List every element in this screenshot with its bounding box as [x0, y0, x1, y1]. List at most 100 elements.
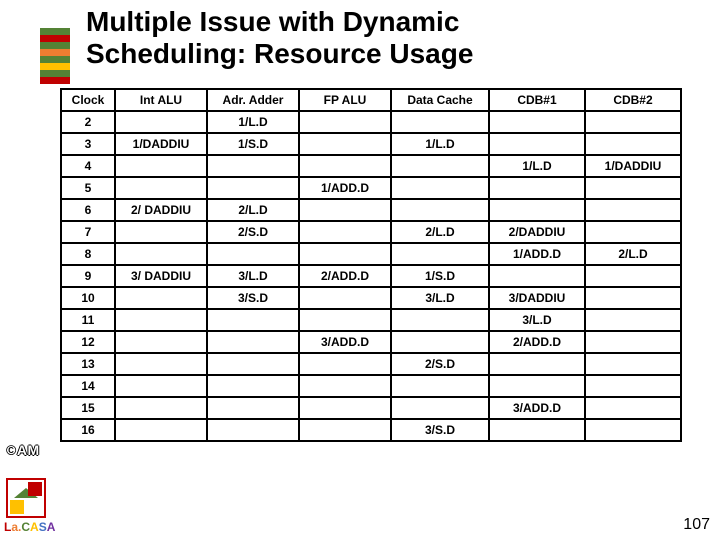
cell-clock: 14	[61, 375, 115, 397]
cell-int_alu	[115, 243, 207, 265]
cell-clock: 15	[61, 397, 115, 419]
cell-clock: 6	[61, 199, 115, 221]
cell-cdb1	[489, 199, 585, 221]
cell-fp_alu	[299, 155, 391, 177]
title-line1: Multiple Issue with Dynamic	[86, 6, 459, 37]
cell-int_alu	[115, 155, 207, 177]
cell-int_alu	[115, 331, 207, 353]
cell-cdb1: 3/L.D	[489, 309, 585, 331]
cell-int_alu: 3/ DADDIU	[115, 265, 207, 287]
cell-fp_alu	[299, 353, 391, 375]
col-fp-alu: FP ALU	[299, 89, 391, 111]
cell-clock: 8	[61, 243, 115, 265]
cell-int_alu	[115, 111, 207, 133]
cell-adr_adder: 1/S.D	[207, 133, 299, 155]
col-data-cache: Data Cache	[391, 89, 489, 111]
cell-clock: 11	[61, 309, 115, 331]
page-number: 107	[683, 516, 710, 534]
col-cdb1: CDB#1	[489, 89, 585, 111]
table-row: 41/L.D1/DADDIU	[61, 155, 681, 177]
cell-clock: 7	[61, 221, 115, 243]
col-int-alu: Int ALU	[115, 89, 207, 111]
cell-cdb1: 1/ADD.D	[489, 243, 585, 265]
cell-cdb2	[585, 133, 681, 155]
lacasa-a2: A	[30, 520, 39, 534]
cell-adr_adder	[207, 309, 299, 331]
cell-adr_adder: 1/L.D	[207, 111, 299, 133]
cell-cdb1	[489, 177, 585, 199]
cell-fp_alu	[299, 309, 391, 331]
cell-cdb2	[585, 331, 681, 353]
slide-title: Multiple Issue with Dynamic Scheduling: …	[86, 6, 473, 70]
cell-cdb2: 2/L.D	[585, 243, 681, 265]
lacasa-a1: a.	[11, 520, 21, 534]
cell-fp_alu: 1/ADD.D	[299, 177, 391, 199]
cell-adr_adder	[207, 331, 299, 353]
cell-cdb1	[489, 353, 585, 375]
cell-fp_alu: 3/ADD.D	[299, 331, 391, 353]
table-row: 5 1/ADD.D	[61, 177, 681, 199]
legend-stripe	[40, 35, 70, 42]
legend-stripe	[40, 77, 70, 84]
title-line2: Scheduling: Resource Usage	[86, 38, 473, 69]
legend-stripe	[40, 42, 70, 49]
cell-clock: 12	[61, 331, 115, 353]
cell-adr_adder: 3/S.D	[207, 287, 299, 309]
cell-cdb2	[585, 265, 681, 287]
cell-int_alu	[115, 419, 207, 441]
cell-int_alu	[115, 287, 207, 309]
table-body: 21/L.D31/DADDIU1/S.D1/L.D41/L.D1/DADDIU5…	[61, 111, 681, 441]
cell-data_cache	[391, 243, 489, 265]
cell-data_cache: 3/S.D	[391, 419, 489, 441]
lacasa-a3: A	[47, 520, 56, 534]
col-cdb2: CDB#2	[585, 89, 681, 111]
cell-int_alu	[115, 353, 207, 375]
cell-data_cache	[391, 331, 489, 353]
am-text: AM	[17, 442, 40, 458]
cell-cdb2	[585, 111, 681, 133]
table-row: 62/ DADDIU2/L.D	[61, 199, 681, 221]
table-row: 15 3/ADD.D	[61, 397, 681, 419]
cell-adr_adder	[207, 419, 299, 441]
legend-stripe	[40, 28, 70, 35]
table-row: 11 3/L.D	[61, 309, 681, 331]
cell-data_cache: 1/L.D	[391, 133, 489, 155]
cell-fp_alu	[299, 243, 391, 265]
logo-yellow-square-icon	[10, 500, 24, 514]
cell-clock: 5	[61, 177, 115, 199]
cell-clock: 16	[61, 419, 115, 441]
slide: Multiple Issue with Dynamic Scheduling: …	[0, 0, 720, 540]
table-row: 123/ADD.D2/ADD.D	[61, 331, 681, 353]
cell-data_cache: 2/L.D	[391, 221, 489, 243]
cell-cdb1: 3/DADDIU	[489, 287, 585, 309]
cell-int_alu	[115, 309, 207, 331]
table-row: 132/S.D	[61, 353, 681, 375]
cell-cdb1: 2/DADDIU	[489, 221, 585, 243]
cell-adr_adder	[207, 243, 299, 265]
cell-cdb2	[585, 177, 681, 199]
cell-data_cache	[391, 309, 489, 331]
table-row: 93/ DADDIU3/L.D2/ADD.D1/S.D	[61, 265, 681, 287]
lacasa-text: La.CASA	[4, 520, 55, 534]
cell-int_alu	[115, 375, 207, 397]
legend-bar	[40, 28, 70, 84]
lacasa-logo	[6, 478, 46, 518]
cell-cdb1	[489, 375, 585, 397]
cell-cdb2	[585, 397, 681, 419]
cell-cdb1: 3/ADD.D	[489, 397, 585, 419]
lacasa-c: C	[21, 520, 30, 534]
cell-fp_alu	[299, 287, 391, 309]
cell-fp_alu	[299, 419, 391, 441]
cell-adr_adder	[207, 155, 299, 177]
cell-data_cache: 3/L.D	[391, 287, 489, 309]
cell-fp_alu	[299, 133, 391, 155]
cell-data_cache	[391, 155, 489, 177]
lacasa-s: S	[39, 520, 47, 534]
cell-data_cache	[391, 199, 489, 221]
cell-data_cache	[391, 397, 489, 419]
cell-cdb2	[585, 375, 681, 397]
cell-clock: 10	[61, 287, 115, 309]
cell-cdb2: 1/DADDIU	[585, 155, 681, 177]
cell-fp_alu: 2/ADD.D	[299, 265, 391, 287]
cell-data_cache: 1/S.D	[391, 265, 489, 287]
